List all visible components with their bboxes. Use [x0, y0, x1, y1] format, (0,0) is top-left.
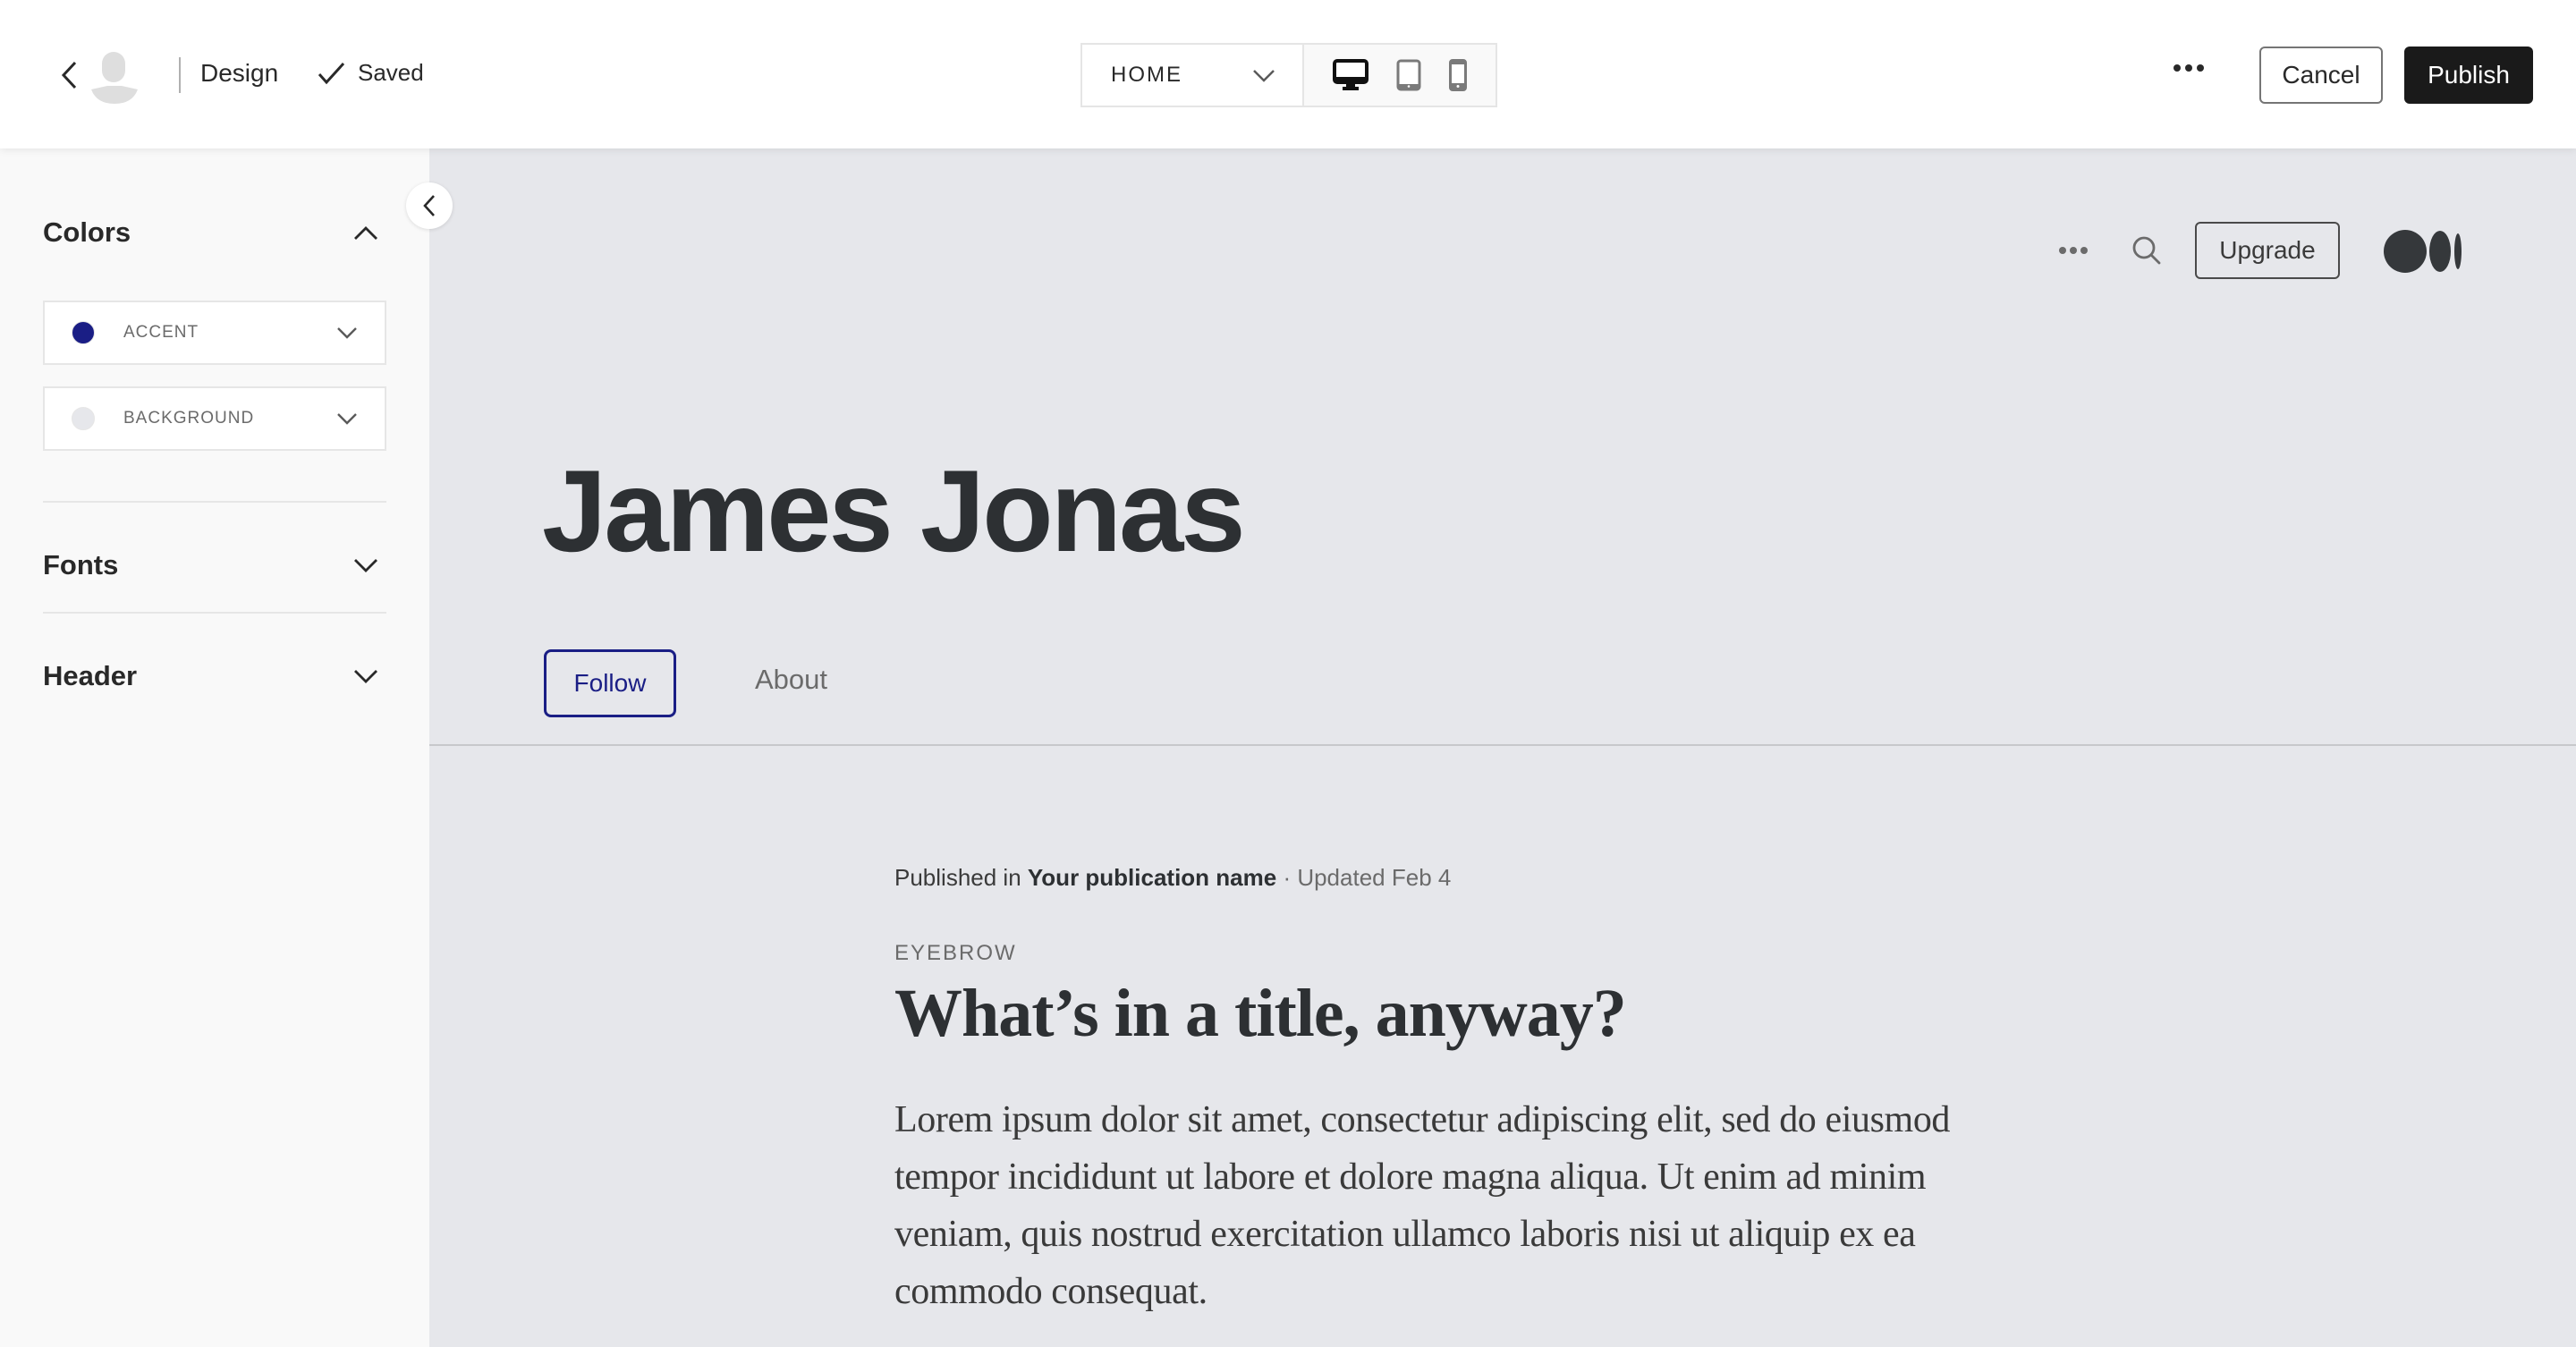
desktop-icon: [1332, 59, 1368, 90]
sidebar-section-fonts: Fonts: [43, 538, 386, 592]
color-label: ACCENT: [123, 323, 199, 342]
back-button[interactable]: [55, 57, 86, 93]
check-icon: [318, 62, 345, 84]
chevron-down-icon: [354, 670, 377, 683]
chevron-down-icon: [337, 327, 357, 339]
search-icon[interactable]: [2131, 234, 2163, 267]
medium-logo-icon[interactable]: [2383, 229, 2463, 274]
page-select-value: HOME: [1111, 63, 1182, 87]
more-dot: [2197, 64, 2204, 72]
sidebar-section-colors: Colors: [43, 206, 386, 259]
background-swatch: [72, 407, 95, 430]
accent-swatch: [72, 321, 95, 344]
post-excerpt: Lorem ipsum dolor sit amet, consectetur …: [894, 1099, 1951, 1312]
save-status: Saved: [317, 59, 424, 87]
chevron-down-icon: [1253, 70, 1275, 82]
header-section-toggle[interactable]: Header: [43, 649, 386, 703]
section-label: Design: [200, 59, 279, 87]
post-meta: Published in Your publication name · Upd…: [894, 864, 1451, 892]
author-name: James Jonas: [542, 445, 1246, 576]
device-desktop-button[interactable]: [1332, 55, 1368, 95]
section-title: Fonts: [43, 549, 119, 580]
publication-name-link[interactable]: Your publication name: [1028, 864, 1276, 891]
more-dot: [2080, 247, 2088, 254]
more-options-button[interactable]: [2174, 57, 2213, 79]
section-title: Colors: [43, 216, 131, 248]
editor-topbar: Design Saved HOME Cancel Publish: [0, 0, 2576, 148]
tablet-icon: [1396, 59, 1421, 91]
chevron-left-icon: [423, 195, 435, 216]
cancel-button[interactable]: Cancel: [2259, 47, 2383, 104]
published-prefix: Published in: [894, 864, 1028, 891]
color-picker-background[interactable]: BACKGROUND: [43, 386, 386, 451]
chevron-left-icon: [61, 61, 77, 89]
save-status-label: Saved: [358, 59, 424, 86]
topbar-divider: [179, 57, 181, 93]
section-title: Header: [43, 660, 138, 691]
device-preview-toggle: [1302, 43, 1497, 107]
color-label: BACKGROUND: [123, 409, 255, 428]
chevron-down-icon: [354, 559, 377, 572]
sidebar-section-header: Header: [43, 649, 386, 703]
updated-date: · Updated Feb 4: [1276, 864, 1452, 891]
more-dot: [2070, 247, 2077, 254]
more-dot: [2185, 64, 2192, 72]
page-select[interactable]: HOME: [1080, 43, 1304, 107]
chevron-up-icon: [354, 226, 377, 240]
section-divider: [43, 612, 386, 614]
more-dots-icon: [2174, 64, 2181, 72]
device-tablet-button[interactable]: [1396, 55, 1421, 95]
post-title[interactable]: What’s in a title, anyway?: [894, 975, 1627, 1053]
color-picker-accent[interactable]: ACCENT: [43, 301, 386, 365]
more-dots-icon: [2059, 247, 2066, 254]
user-silhouette-icon: [91, 52, 138, 104]
collapse-sidebar-button[interactable]: [406, 182, 453, 229]
colors-section-toggle[interactable]: Colors: [43, 206, 386, 259]
fonts-section-toggle[interactable]: Fonts: [43, 538, 386, 592]
post-eyebrow: EYEBROW: [894, 941, 1017, 965]
design-sidebar: Colors ACCENT BACKGROUND Fonts Header: [0, 148, 429, 1347]
follow-button[interactable]: Follow: [544, 649, 676, 717]
preview-more-button[interactable]: [2059, 247, 2088, 254]
profile-divider: [429, 744, 2576, 746]
mobile-icon: [1449, 59, 1468, 91]
about-link[interactable]: About: [755, 664, 827, 696]
avatar[interactable]: [89, 50, 140, 106]
section-divider: [43, 501, 386, 503]
device-mobile-button[interactable]: [1449, 55, 1468, 95]
publish-button[interactable]: Publish: [2404, 47, 2533, 104]
upgrade-button[interactable]: Upgrade: [2195, 222, 2340, 279]
site-preview: Upgrade James Jonas Follow About Publish…: [429, 148, 2576, 1347]
chevron-down-icon: [337, 413, 357, 425]
